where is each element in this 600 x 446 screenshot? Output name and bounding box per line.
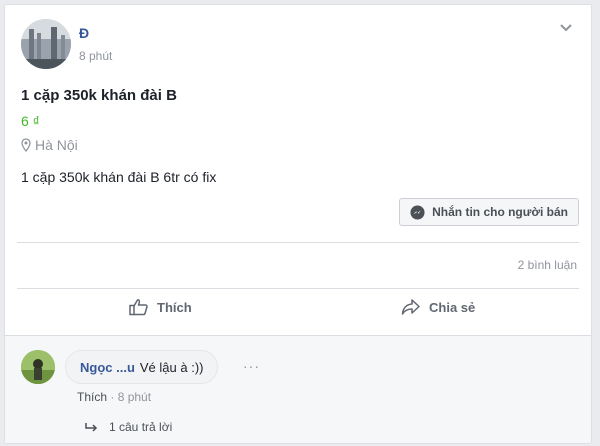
marketplace-post: Đ 8 phút 1 cặp 350k khán đài B 6 ₫ Hà Nộ… [4,4,592,444]
like-button[interactable]: Thích [129,298,192,316]
comment-options-icon[interactable]: ··· [243,358,260,374]
listing-location[interactable]: Hà Nội [21,137,78,153]
share-arrow-icon [401,299,420,315]
post-timestamp[interactable]: 8 phút [79,49,112,63]
message-seller-label: Nhắn tin cho người bán [432,205,568,219]
avatar-image [21,19,71,69]
like-label: Thích [157,299,192,315]
share-label: Chia sẻ [429,299,476,315]
comments-section: Ngọc ...u Vé lậu à :)) ··· Thích · 8 phú… [5,335,591,443]
author-name[interactable]: Đ [79,25,90,41]
view-replies-link[interactable]: 1 câu trả lời [85,420,172,434]
listing-price: 6 ₫ [21,113,40,129]
comment-count[interactable]: 2 bình luận [518,258,577,272]
divider [17,288,579,289]
divider [17,242,579,243]
reply-arrow-icon [85,423,98,432]
commenter-avatar[interactable] [21,350,55,384]
share-button[interactable]: Chia sẻ [401,298,475,316]
chevron-down-icon[interactable] [559,23,573,33]
comment-like-link[interactable]: Thích [77,390,107,404]
comment-bubble: Ngọc ...u Vé lậu à :)) [65,350,219,384]
comment-text: Vé lậu à :)) [139,359,204,375]
commenter-avatar-image [21,350,55,384]
replies-label: 1 câu trả lời [109,420,173,434]
message-seller-button[interactable]: Nhắn tin cho người bán [399,198,579,226]
commenter-name[interactable]: Ngọc ...u [80,360,135,375]
listing-title: 1 cặp 350k khán đài B [21,87,177,104]
listing-description: 1 cặp 350k khán đài B 6tr có fix [21,169,217,185]
messenger-icon [410,204,425,220]
author-avatar[interactable] [21,19,71,69]
comment-meta-separator: · [110,390,115,404]
location-pin-icon [21,138,31,152]
comment-timestamp[interactable]: 8 phút [118,390,151,404]
location-label: Hà Nội [35,137,78,153]
thumbs-up-icon [129,299,148,316]
comment-meta: Thích · 8 phút [77,390,151,404]
